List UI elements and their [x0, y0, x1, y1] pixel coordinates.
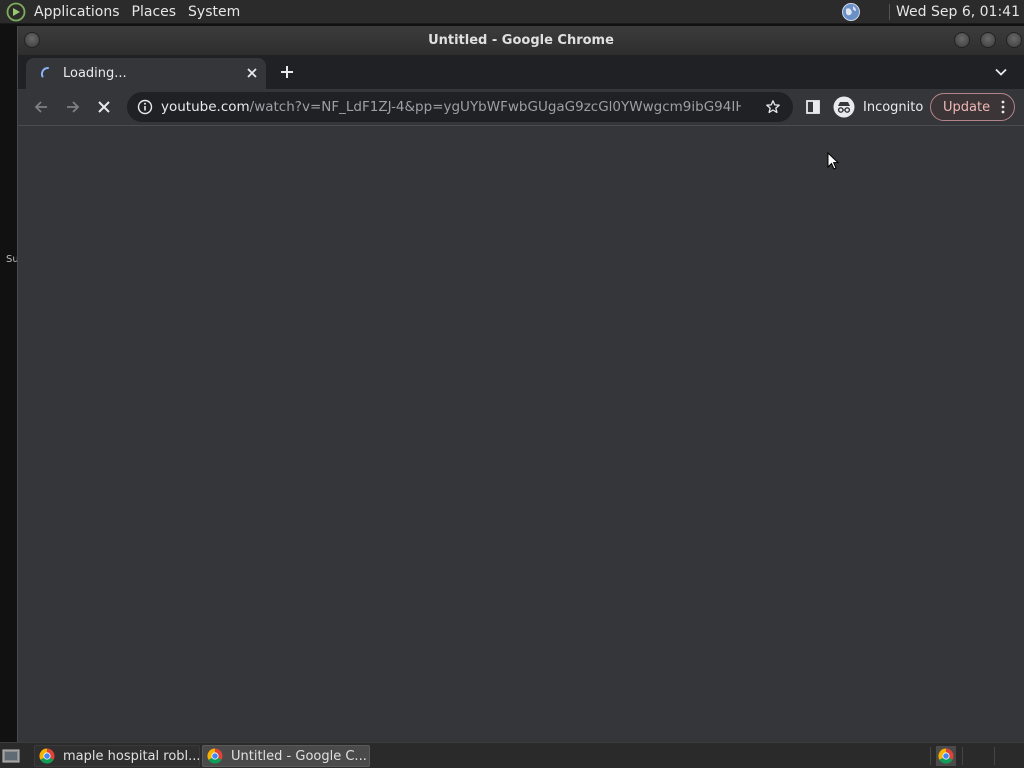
mouse-pointer-icon: [827, 152, 839, 170]
update-button[interactable]: Update: [930, 93, 1015, 121]
incognito-label: Incognito: [863, 99, 924, 115]
url-path: /watch?v=NF_LdF1ZJ-4&pp=ygUYbWFwbGUgaG9z…: [249, 99, 741, 115]
tab-strip: Loading...: [18, 55, 1024, 89]
chrome-window: Untitled - Google Chrome Loading... yout…: [17, 26, 1024, 742]
top-panel: Applications Places System Wed Sep 6, 01…: [0, 0, 1024, 24]
distro-logo-icon[interactable]: [6, 2, 26, 22]
chrome-icon: [39, 748, 55, 764]
update-label: Update: [943, 99, 991, 115]
show-desktop-icon[interactable]: [2, 748, 20, 764]
new-tab-button[interactable]: [278, 63, 296, 81]
panel-separator: [889, 3, 891, 20]
tray-separator: [962, 747, 963, 765]
globe-icon[interactable]: [841, 2, 861, 22]
url-text[interactable]: youtube.com/watch?v=NF_LdF1ZJ-4&pp=ygUYb…: [161, 92, 741, 122]
star-icon[interactable]: [765, 99, 781, 115]
chevron-down-icon[interactable]: [994, 65, 1008, 79]
window-titlebar[interactable]: Untitled - Google Chrome: [18, 26, 1024, 55]
window-title: Untitled - Google Chrome: [428, 33, 614, 48]
close-icon[interactable]: [244, 65, 260, 81]
tab-title: Loading...: [63, 66, 127, 81]
taskbar-item-label: maple hospital robl...: [63, 748, 199, 764]
taskbar-item[interactable]: maple hospital robl...: [34, 745, 200, 767]
clock[interactable]: Wed Sep 6, 01:41: [896, 4, 1020, 20]
incognito-icon: [833, 96, 855, 118]
loading-spinner-icon: [40, 66, 49, 78]
maximize-button[interactable]: [980, 32, 996, 48]
minimize-button[interactable]: [954, 32, 970, 48]
incognito-badge[interactable]: Incognito: [833, 94, 923, 120]
close-window-button[interactable]: [1006, 32, 1022, 48]
system-menu[interactable]: System: [182, 0, 246, 24]
taskbar-item-label: Untitled - Google C...: [231, 748, 367, 764]
applications-menu[interactable]: Applications: [28, 0, 126, 24]
stop-loading-button[interactable]: [95, 98, 113, 116]
tray-separator: [994, 747, 995, 765]
tab-active[interactable]: Loading...: [26, 58, 266, 89]
forward-button[interactable]: [64, 98, 82, 116]
chrome-icon[interactable]: [936, 746, 956, 766]
side-panel-icon[interactable]: [804, 98, 822, 116]
chrome-icon: [207, 748, 223, 764]
more-vert-icon[interactable]: [1000, 100, 1006, 114]
taskbar-item-active[interactable]: Untitled - Google C...: [202, 745, 370, 767]
address-bar[interactable]: youtube.com/watch?v=NF_LdF1ZJ-4&pp=ygUYb…: [127, 92, 793, 122]
info-icon[interactable]: [137, 99, 153, 115]
url-host: youtube.com: [161, 99, 250, 115]
browser-toolbar: youtube.com/watch?v=NF_LdF1ZJ-4&pp=ygUYb…: [18, 89, 1024, 126]
places-menu[interactable]: Places: [126, 0, 183, 24]
page-content-area[interactable]: [18, 126, 1024, 742]
back-button[interactable]: [32, 98, 50, 116]
tray-separator: [930, 747, 931, 765]
bottom-taskbar: maple hospital robl... Untitled - Google…: [0, 742, 1024, 768]
